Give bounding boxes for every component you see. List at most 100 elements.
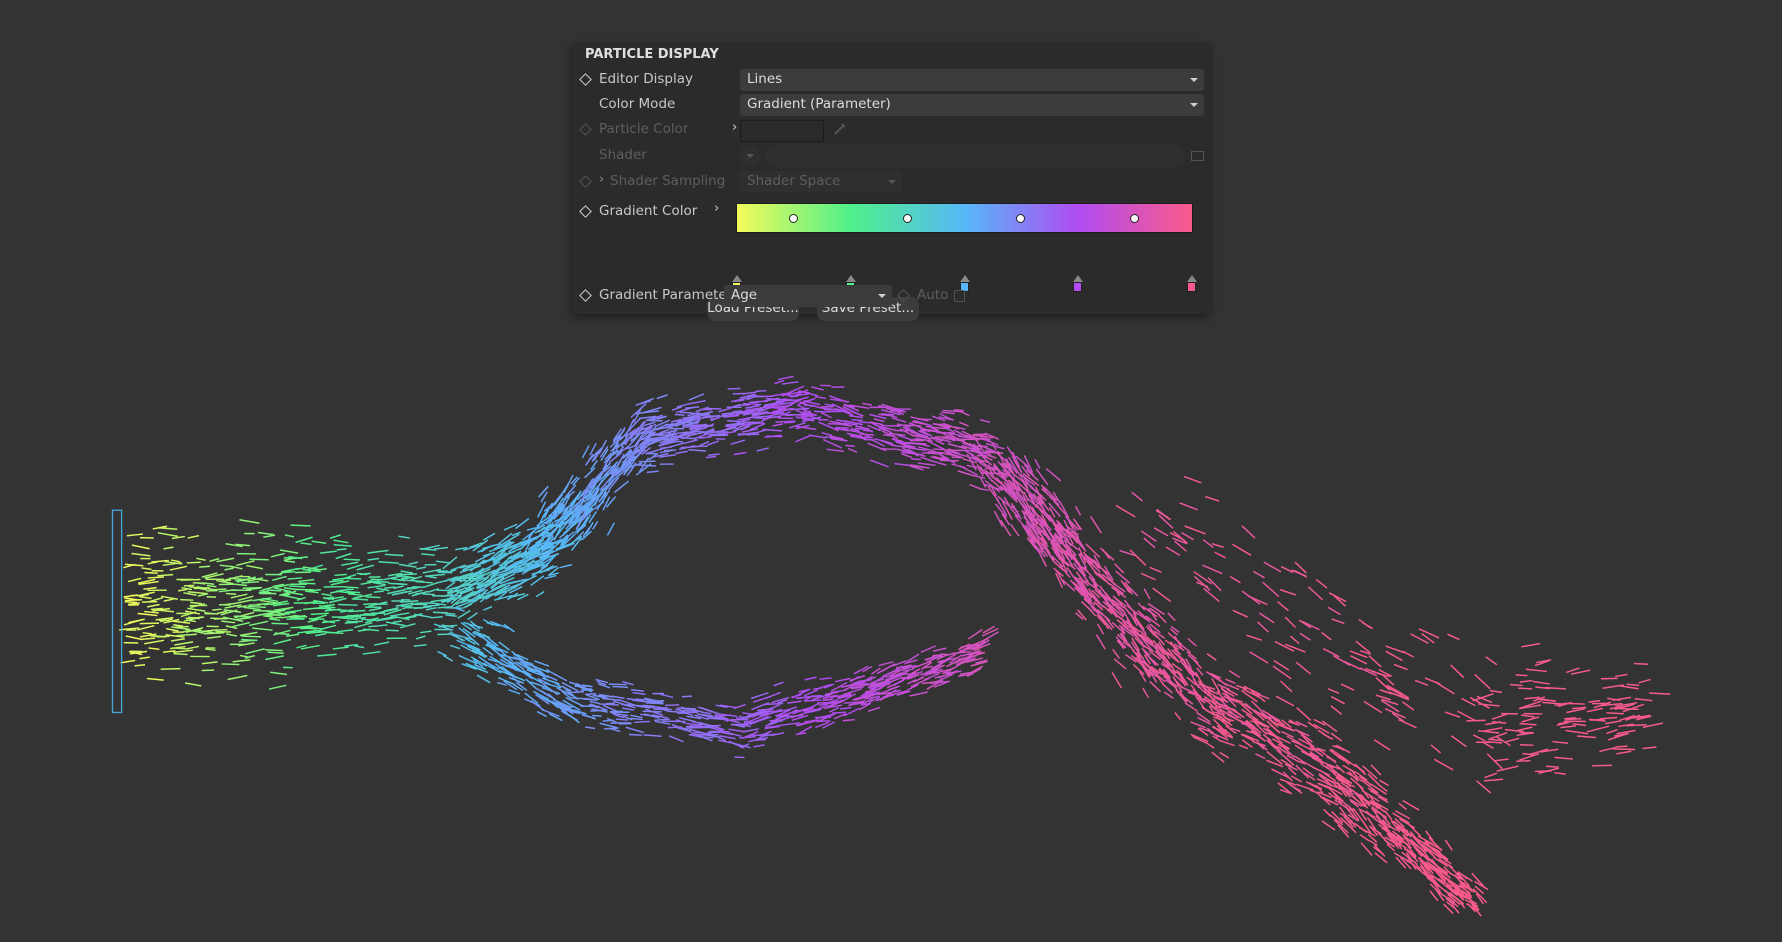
keyframe-diamond-icon[interactable] (579, 205, 592, 218)
particle-line (814, 410, 828, 413)
particle-line (1622, 703, 1645, 713)
particle-line (891, 417, 907, 423)
particle-line (224, 602, 235, 606)
particle-line (708, 433, 728, 436)
particle-line (1143, 588, 1151, 600)
particle-line (754, 395, 774, 398)
particle-line (1447, 633, 1460, 641)
particle-line (1359, 834, 1370, 842)
particle-line (1238, 744, 1249, 750)
gradient-bar[interactable] (736, 203, 1193, 233)
particle-line (131, 544, 150, 550)
particle-line (367, 551, 378, 554)
particle-line (476, 674, 491, 684)
particle-line (1153, 527, 1169, 537)
color-mode-dropdown[interactable]: Gradient (Parameter) (740, 94, 1204, 116)
particle-line (1519, 679, 1533, 683)
particle-line (1315, 578, 1328, 589)
particle-line (249, 620, 269, 627)
color-mode-label: Color Mode (599, 96, 676, 112)
particle-line (241, 580, 260, 584)
particle-line (290, 524, 311, 527)
particle-line (1279, 778, 1297, 786)
particle-line (1277, 601, 1289, 612)
particle-line (201, 661, 218, 665)
particle-line (630, 714, 643, 719)
keyframe-diamond-icon[interactable] (579, 289, 592, 302)
particle-line (733, 451, 747, 456)
particle-line (1321, 631, 1332, 641)
particle-line (1525, 668, 1548, 673)
gradient-interpolation-knot[interactable] (1016, 214, 1026, 223)
particle-line (482, 532, 496, 541)
particle-line (161, 595, 178, 601)
particle-line (980, 477, 987, 488)
particle-line (835, 426, 849, 429)
particle-line (1295, 764, 1310, 779)
shader-label: Shader (599, 147, 647, 163)
particle-line (643, 734, 662, 737)
particle-line (1077, 541, 1087, 553)
particle-line (393, 585, 405, 590)
editor-display-dropdown[interactable]: Lines (740, 69, 1204, 91)
particle-line (819, 677, 832, 681)
particle-line (157, 532, 179, 538)
particle-line (367, 584, 386, 589)
particle-line (1444, 711, 1461, 718)
particle-line (365, 596, 381, 599)
particle-line (1089, 516, 1102, 534)
particle-line (1184, 702, 1198, 712)
particle-line (818, 421, 832, 429)
gradient-interpolation-knot[interactable] (902, 214, 912, 223)
particle-line (1095, 634, 1106, 650)
particle-line (581, 713, 596, 720)
particle-line (1572, 722, 1587, 727)
chevron-right-icon[interactable]: › (714, 201, 719, 216)
gradient-interpolation-knot[interactable] (1130, 214, 1140, 223)
particle-line (344, 621, 356, 624)
particle-line (354, 645, 365, 649)
gradient-interpolation-knot[interactable] (788, 214, 798, 223)
particle-line (176, 633, 197, 637)
particle-line (1606, 728, 1618, 735)
particle-line (1564, 702, 1585, 705)
auto-checkbox[interactable] (954, 290, 965, 302)
particle-line (1606, 712, 1624, 715)
particle-line (311, 540, 327, 545)
particle-display-panel: PARTICLE DISPLAY Editor Display Lines Co… (572, 43, 1210, 321)
particle-line (944, 449, 962, 452)
particle-line (867, 706, 881, 712)
keyframe-diamond-icon[interactable] (579, 73, 592, 86)
particle-line (1255, 753, 1266, 760)
particle-line (232, 599, 253, 605)
particle-line (808, 434, 827, 439)
particle-line (332, 646, 349, 650)
particle-line (685, 406, 700, 409)
particle-line (1321, 732, 1334, 741)
particle-line (148, 647, 160, 651)
particle-color-row: Particle Color › (572, 118, 1210, 142)
particle-line (297, 578, 315, 583)
chevron-down-icon (878, 294, 886, 298)
particle-line (636, 464, 657, 467)
particle-line (1158, 614, 1167, 624)
particle-line (1271, 768, 1290, 779)
particle-line (1074, 505, 1082, 516)
particle-line (259, 590, 269, 593)
particle-line (163, 546, 174, 550)
particle-line (1165, 546, 1181, 557)
particle-line (935, 439, 945, 445)
particle-line (143, 586, 157, 590)
particle-line (141, 567, 152, 571)
particle-line (310, 612, 329, 616)
gradient-parameter-dropdown[interactable]: Age (724, 285, 892, 307)
particle-line (511, 531, 521, 537)
chevron-right-icon[interactable]: › (732, 120, 737, 135)
particle-line (1414, 679, 1429, 686)
particle-line (544, 574, 557, 580)
particle-line (798, 725, 813, 734)
particle-lines (119, 375, 1671, 917)
particle-line (392, 620, 403, 624)
particle-line (337, 616, 358, 621)
particle-line (187, 607, 206, 612)
